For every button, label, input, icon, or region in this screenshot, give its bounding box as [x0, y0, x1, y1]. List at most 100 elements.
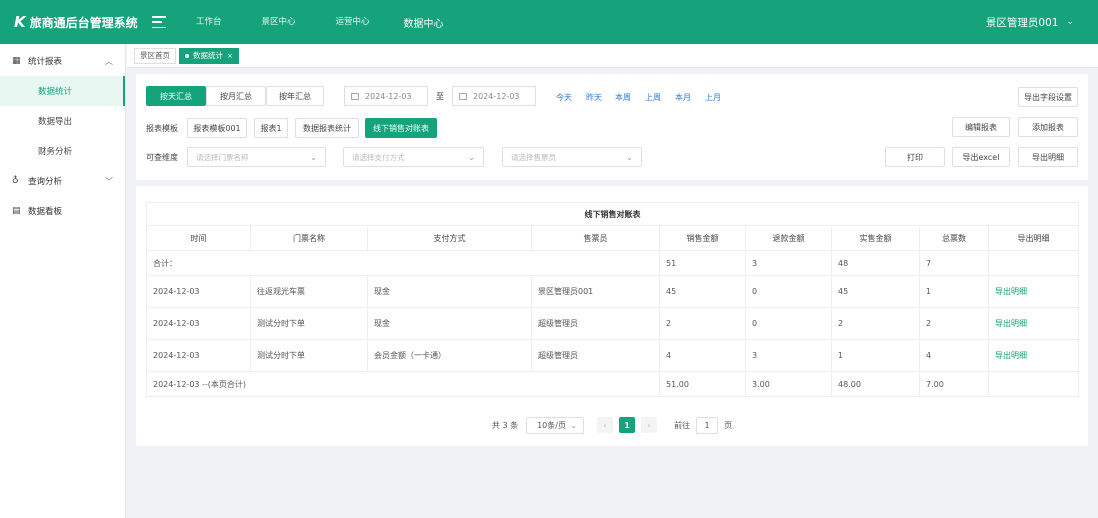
- cell-payment: 会员金额（一卡通）: [367, 339, 532, 372]
- summary-by-month-button[interactable]: 按月汇总: [206, 86, 266, 106]
- edit-report-button[interactable]: 编辑报表: [952, 117, 1010, 137]
- template-button-data-stat[interactable]: 数据报表统计: [295, 118, 359, 138]
- next-page-button[interactable]: ›: [641, 417, 658, 433]
- export-excel-button[interactable]: 导出excel: [952, 147, 1010, 167]
- headset-icon: ♁: [12, 176, 19, 186]
- table-icon: ▦: [12, 56, 21, 66]
- table-row: 2024-12-03 测试分时下单 现金 超级管理员 2 0 2 2 导出明细: [146, 307, 1080, 340]
- top-nav: 工作台 景区中心 运营中心 数据中心: [196, 15, 484, 30]
- export-detail-link[interactable]: 导出明细: [987, 307, 1080, 340]
- nav-workbench[interactable]: 工作台: [196, 15, 222, 30]
- goto-label: 前往: [674, 420, 691, 430]
- column-header: 售票员: [531, 225, 660, 251]
- page-size-value: 10条/页: [537, 420, 566, 430]
- tab-label: 景区首页: [140, 51, 170, 60]
- cell-actual: 1: [831, 339, 920, 372]
- sidebar-group-stat-report[interactable]: ▦ 统计报表 ︿: [0, 46, 125, 76]
- export-detail-button[interactable]: 导出明细: [1018, 147, 1078, 167]
- chevron-down-icon: ⌄: [1066, 17, 1074, 27]
- chevron-down-icon: ﹀: [105, 176, 113, 186]
- active-dot-icon: [185, 53, 189, 58]
- date-end-input[interactable]: 2024-12-03: [452, 86, 536, 106]
- prev-page-button[interactable]: ‹: [597, 417, 614, 433]
- sidebar-group-data-board[interactable]: ▤ 数据看板: [0, 196, 125, 226]
- sidebar-item-data-export[interactable]: 数据导出: [0, 106, 125, 136]
- chevron-down-icon: ⌄: [626, 152, 633, 162]
- seller-select[interactable]: 请选择售票员 ⌄: [502, 147, 642, 167]
- summary-actual: 48: [831, 250, 920, 276]
- nav-data-center[interactable]: 数据中心: [404, 15, 444, 30]
- menu-toggle-icon[interactable]: [152, 16, 166, 28]
- column-header: 时间: [146, 225, 251, 251]
- template-label: 报表模板: [146, 124, 178, 133]
- summary-by-year-button[interactable]: 按年汇总: [266, 86, 324, 106]
- cell-seller: 超级管理员: [531, 339, 660, 372]
- report-table: 线下销售对账表 时间 门票名称 支付方式 售票员 销售金额 退款金额 实售金额 …: [145, 202, 1080, 397]
- date-start-input[interactable]: 2024-12-03: [344, 86, 428, 106]
- cell-actual: 2: [831, 307, 920, 340]
- quick-last-month[interactable]: 上月: [705, 92, 721, 103]
- quick-last-week[interactable]: 上周: [645, 92, 661, 103]
- tab-data-statistics[interactable]: 数据统计 ×: [179, 47, 239, 64]
- dimension-label: 可查维度: [146, 153, 178, 162]
- cell-sales: 45: [659, 275, 746, 308]
- page-total-refund: 3.00: [745, 371, 832, 397]
- summary-label: 合计：: [146, 250, 660, 276]
- page-total-row: 2024-12-03 --(本页合计) 51.00 3.00 48.00 7.0…: [146, 371, 1080, 397]
- sidebar-group-label: 查询分析: [28, 177, 63, 187]
- tab-label: 数据统计: [193, 51, 223, 60]
- cell-seller: 景区管理员001: [531, 275, 660, 308]
- user-menu[interactable]: 景区管理员001 ⌄: [986, 0, 1074, 44]
- date-start-value: 2024-12-03: [365, 91, 412, 101]
- quick-this-week[interactable]: 本周: [615, 92, 631, 103]
- cell-payment: 现金: [367, 275, 532, 308]
- table-row: 2024-12-03 往返观光车票 现金 景区管理员001 45 0 45 1 …: [146, 275, 1080, 308]
- export-detail-link[interactable]: 导出明细: [987, 275, 1080, 308]
- goto-suffix: 页: [724, 420, 733, 430]
- column-header: 销售金额: [659, 225, 746, 251]
- nav-scenic-center[interactable]: 景区中心: [262, 15, 296, 30]
- page-total-tickets: 7.00: [919, 371, 989, 397]
- page-number-current[interactable]: 1: [619, 417, 636, 433]
- summary-by-day-button[interactable]: 按天汇总: [146, 86, 206, 106]
- sidebar-item-data-statistics[interactable]: 数据统计: [0, 76, 125, 106]
- tab-scenic-home[interactable]: 景区首页: [134, 47, 176, 64]
- template-button-offline-sales[interactable]: 线下销售对账表: [365, 118, 437, 138]
- cell-ticket: 测试分时下单: [250, 307, 368, 340]
- print-button[interactable]: 打印: [885, 147, 945, 167]
- cell-seller: 超级管理员: [531, 307, 660, 340]
- column-header: 总票数: [919, 225, 989, 251]
- quick-this-month[interactable]: 本月: [675, 92, 691, 103]
- chevron-up-icon: ︿: [105, 56, 113, 66]
- export-detail-link[interactable]: 导出明细: [987, 339, 1080, 372]
- goto-page-input[interactable]: 1: [696, 416, 719, 434]
- nav-operation-center[interactable]: 运营中心: [336, 15, 370, 30]
- chevron-down-icon: ⌄: [310, 152, 317, 162]
- sidebar: ▦ 统计报表 ︿ 数据统计 数据导出 财务分析 ♁ 查询分析 ﹀ ▤ 数据看板: [0, 44, 126, 518]
- close-icon[interactable]: ×: [227, 52, 233, 60]
- page-total-actual: 48.00: [831, 371, 920, 397]
- quick-yesterday[interactable]: 昨天: [586, 92, 602, 103]
- template-button-report1[interactable]: 报表1: [254, 118, 288, 138]
- column-header: 门票名称: [250, 225, 368, 251]
- logo[interactable]: K 旅商通后台管理系统: [14, 13, 152, 31]
- template-button-001[interactable]: 报表模板001: [187, 118, 247, 138]
- table-header-row: 时间 门票名称 支付方式 售票员 销售金额 退款金额 实售金额 总票数 导出明细: [146, 225, 1080, 251]
- ticket-name-select[interactable]: 请选择门票名称 ⌄: [187, 147, 326, 167]
- summary-tickets: 7: [919, 250, 989, 276]
- cell-payment: 现金: [367, 307, 532, 340]
- quick-today[interactable]: 今天: [556, 92, 572, 103]
- summary-sales: 51: [659, 250, 746, 276]
- export-field-settings-button[interactable]: 导出字段设置: [1018, 87, 1078, 107]
- tabs-bar: 景区首页 数据统计 ×: [127, 44, 1098, 68]
- cell-sales: 2: [659, 307, 746, 340]
- pagination: 共 3 条 10条/页 ⌄ ‹ 1 › 前往 1 页: [136, 416, 1088, 434]
- add-report-button[interactable]: 添加报表: [1018, 117, 1078, 137]
- cell-tickets: 2: [919, 307, 989, 340]
- sidebar-item-finance-analysis[interactable]: 财务分析: [0, 136, 125, 166]
- ticket-name-placeholder: 请选择门票名称: [196, 152, 249, 162]
- payment-method-select[interactable]: 请选择支付方式 ⌄: [343, 147, 484, 167]
- page-size-select[interactable]: 10条/页 ⌄: [526, 416, 585, 434]
- sidebar-group-query-analysis[interactable]: ♁ 查询分析 ﹀: [0, 166, 125, 196]
- table-caption: 线下销售对账表: [145, 202, 1080, 226]
